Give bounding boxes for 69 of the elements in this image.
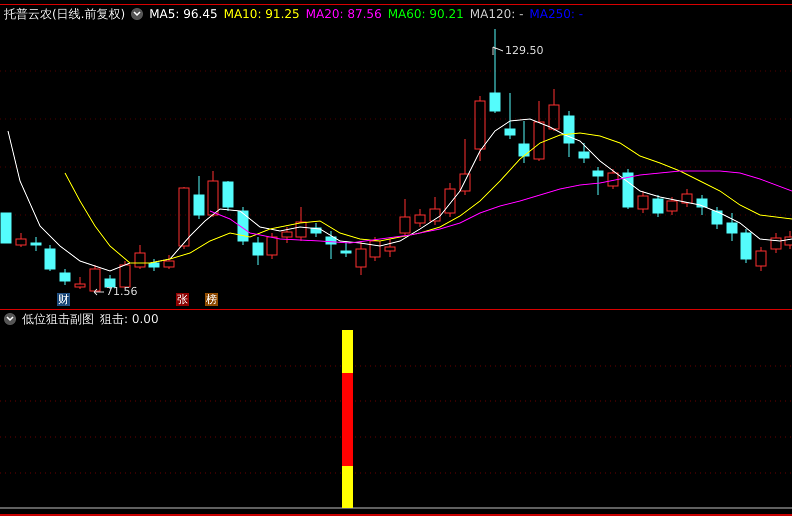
dropdown-icon[interactable] xyxy=(131,8,144,20)
candlestick xyxy=(30,236,42,252)
candlestick xyxy=(356,240,366,276)
moving-average-value: MA250: - xyxy=(529,7,584,21)
candlestick xyxy=(696,194,708,216)
candlestick xyxy=(770,232,782,254)
indicator-title: 低位狙击副图 xyxy=(22,310,94,328)
candlestick xyxy=(74,276,86,290)
candlestick xyxy=(60,268,70,286)
candlestick xyxy=(164,254,174,270)
candlestick xyxy=(252,236,264,266)
candlestick xyxy=(712,206,722,230)
candlestick xyxy=(208,170,218,218)
event-tag[interactable]: 张 xyxy=(176,293,189,306)
candlestick xyxy=(756,246,766,272)
stock-title: 托普云农(日线.前复权) xyxy=(4,6,126,22)
candlestick xyxy=(414,208,426,228)
candlestick xyxy=(370,236,380,262)
candlestick xyxy=(282,226,292,244)
candlestick xyxy=(548,88,560,132)
candlestick xyxy=(222,180,234,212)
moving-average-value: MA10: 91.25 xyxy=(224,7,300,21)
candlestick xyxy=(682,188,692,208)
candlestick xyxy=(592,166,604,196)
moving-average-value: MA60: 90.21 xyxy=(388,7,464,21)
candlestick xyxy=(194,176,204,220)
candlestick xyxy=(784,230,792,250)
candlestick xyxy=(460,138,470,196)
candlestick xyxy=(638,190,648,214)
candlestick xyxy=(134,244,146,270)
candlestick xyxy=(400,198,410,238)
candlestick xyxy=(622,168,634,210)
event-tag[interactable]: 财 xyxy=(57,293,70,306)
candlestick xyxy=(90,264,100,294)
candlestick xyxy=(726,212,738,242)
candlestick xyxy=(652,194,664,218)
candlestick xyxy=(266,232,278,260)
candlestick xyxy=(504,92,516,140)
candlestick xyxy=(740,228,752,264)
moving-average-value: MA5: 96.45 xyxy=(149,7,218,21)
indicator-reading: 狙击: 0.00 xyxy=(100,310,159,328)
candlestick xyxy=(340,240,352,258)
dropdown-icon[interactable] xyxy=(4,313,16,325)
candlestick xyxy=(44,244,56,272)
candlestick xyxy=(578,142,590,164)
candlestick xyxy=(666,196,678,216)
price-label: 71.56 xyxy=(93,285,138,298)
candlestick xyxy=(564,110,574,158)
moving-average-value: MA20: 87.56 xyxy=(306,7,382,21)
candlestick xyxy=(474,96,486,162)
arrow-icon xyxy=(93,286,105,296)
candlestick xyxy=(16,232,26,248)
moving-average-value: MA120: - xyxy=(470,7,524,21)
event-tag[interactable]: 榜 xyxy=(205,293,218,306)
arrow-icon xyxy=(492,46,504,56)
candlestick xyxy=(518,120,530,164)
candlestick xyxy=(430,196,440,226)
price-label: 129.50 xyxy=(492,44,544,57)
candlestick xyxy=(296,206,306,242)
candlestick xyxy=(444,182,456,218)
candlestick xyxy=(0,212,12,244)
candlestick xyxy=(534,100,544,162)
candlestick xyxy=(238,206,248,246)
candlestick xyxy=(608,168,618,190)
candlestick xyxy=(326,230,336,260)
candlestick xyxy=(384,238,396,258)
candlestick xyxy=(148,258,160,272)
candlestick xyxy=(310,222,322,238)
candlestick xyxy=(178,186,190,250)
